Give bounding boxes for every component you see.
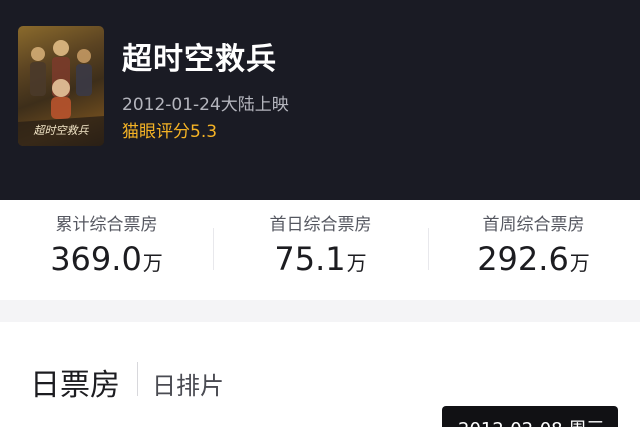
stat-value: 75.1万: [214, 240, 427, 278]
box-office-stats: 累计综合票房 369.0万 首日综合票房 75.1万 首周综合票房 292.6万: [0, 200, 640, 300]
date-selector-button[interactable]: 2012-02-08 周三: [442, 406, 618, 427]
tab-daily-screenings[interactable]: 日排片: [152, 366, 224, 401]
rating-value: 5.3: [190, 122, 218, 142]
stat-value: 292.6万: [427, 240, 640, 278]
stat-value: 369.0万: [0, 240, 213, 278]
box-office-tabs: 日票房 日排片 2012-02-08 周三: [0, 322, 640, 427]
stat-label: 首周综合票房: [482, 215, 585, 235]
stat-unit: 万: [346, 251, 367, 275]
stat-number: 75.1: [274, 240, 346, 278]
movie-poster[interactable]: 超时空救兵: [18, 26, 104, 146]
stat-cumulative: 累计综合票房 369.0万: [0, 200, 213, 300]
release-info: 2012-01-24大陆上映: [122, 95, 289, 115]
stat-label: 累计综合票房: [55, 215, 158, 235]
tab-daily-box-office[interactable]: 日票房: [30, 360, 120, 404]
rating-label: 猫眼评分: [122, 122, 190, 142]
stat-first-week: 首周综合票房 292.6万: [427, 200, 640, 300]
poster-title-text: 超时空救兵: [34, 124, 90, 137]
tab-separator: [137, 362, 138, 396]
movie-title: 超时空救兵: [122, 42, 277, 77]
stat-first-day: 首日综合票房 75.1万: [214, 200, 427, 300]
stat-number: 292.6: [477, 240, 569, 278]
movie-header: 超时空救兵 超时空救兵 2012-01-24大陆上映 猫眼评分5.3: [0, 0, 640, 200]
maoyan-rating: 猫眼评分5.3: [122, 117, 217, 142]
stat-number: 369.0: [50, 240, 142, 278]
stat-unit: 万: [569, 251, 590, 275]
section-spacer: [0, 300, 640, 322]
poster-art: 超时空救兵: [18, 40, 104, 146]
stat-unit: 万: [142, 251, 163, 275]
movie-detail-page: 超时空救兵 超时空救兵 2012-01-24大陆上映 猫眼评分5.3 累计综合票…: [0, 0, 640, 427]
stat-label: 首日综合票房: [269, 215, 372, 235]
